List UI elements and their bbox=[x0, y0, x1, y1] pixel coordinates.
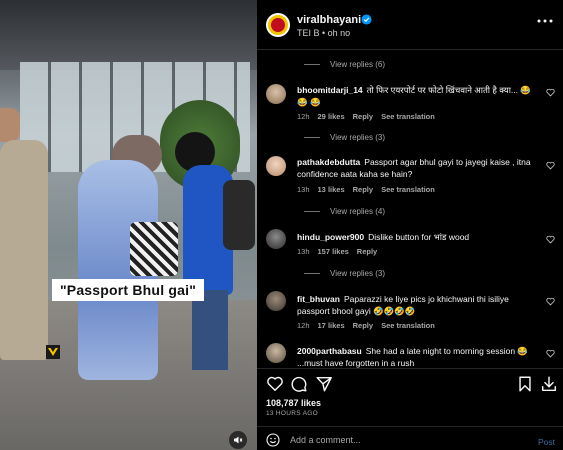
more-horizontal-icon[interactable] bbox=[537, 18, 553, 24]
video-woman2-legs bbox=[192, 290, 228, 370]
reply-button[interactable]: Reply bbox=[353, 112, 373, 121]
video-guard-head bbox=[0, 108, 20, 142]
comment-username[interactable]: hindu_power900 bbox=[297, 232, 364, 242]
reply-button[interactable]: Reply bbox=[353, 185, 373, 194]
comment-age: 13h bbox=[297, 185, 310, 194]
reel-video[interactable]: "Passport Bhul gai" bbox=[0, 0, 257, 450]
comment-age: 13h bbox=[297, 247, 310, 256]
post-panel: viralbhayani TEI B • oh no View replies … bbox=[257, 0, 563, 450]
comment-like-icon[interactable] bbox=[546, 235, 555, 244]
heart-icon[interactable] bbox=[266, 375, 284, 393]
video-ceiling bbox=[0, 0, 257, 70]
add-comment-bar: Post bbox=[257, 426, 563, 450]
comment-text: bhoomitdarji_14 तो फिर एयरपोर्ट पर फोटो ख… bbox=[297, 84, 531, 108]
comment-body: Dislike button for भांड wood bbox=[368, 232, 470, 242]
verified-badge-icon bbox=[361, 14, 372, 25]
likes-count[interactable]: 108,787 likes bbox=[266, 398, 321, 408]
mute-button[interactable] bbox=[229, 431, 247, 449]
commenter-avatar[interactable] bbox=[266, 84, 286, 104]
comment-like-icon[interactable] bbox=[546, 88, 555, 97]
comment-actions: 12h 29 likes Reply See translation bbox=[297, 112, 435, 121]
see-translation-button[interactable]: See translation bbox=[381, 185, 435, 194]
comment-icon[interactable] bbox=[290, 375, 308, 393]
reply-button[interactable]: Reply bbox=[357, 247, 377, 256]
post-action-bar bbox=[257, 368, 563, 398]
video-backpack bbox=[223, 180, 255, 250]
comment-age: 12h bbox=[297, 321, 310, 330]
commenter-avatar[interactable] bbox=[266, 291, 286, 311]
commenter-avatar[interactable] bbox=[266, 343, 286, 363]
comment-username[interactable]: bhoomitdarji_14 bbox=[297, 85, 363, 95]
post-meta: TEI B • oh no bbox=[297, 28, 351, 38]
comment-like-icon[interactable] bbox=[546, 161, 555, 170]
see-translation-button[interactable]: See translation bbox=[381, 321, 435, 330]
post-timestamp: 13 HOURS AGO bbox=[266, 410, 319, 417]
reply-button[interactable]: Reply bbox=[353, 321, 373, 330]
comment-age: 12h bbox=[297, 112, 310, 121]
comment-text: hindu_power900 Dislike button for भांड wo… bbox=[297, 231, 531, 243]
comment-input[interactable] bbox=[290, 432, 510, 448]
comment-username[interactable]: fit_bhuvan bbox=[297, 294, 340, 304]
comment-like-icon[interactable] bbox=[546, 349, 555, 358]
speaker-muted-icon bbox=[234, 436, 243, 444]
view-replies-link[interactable]: View replies (4) bbox=[304, 207, 385, 216]
share-icon[interactable] bbox=[315, 375, 333, 393]
view-replies-link[interactable]: View replies (3) bbox=[304, 269, 385, 278]
comment-text: pathakdebdutta Passport agar bhul gayi to… bbox=[297, 156, 531, 180]
comment-username[interactable]: pathakdebdutta bbox=[297, 157, 360, 167]
viral-logo-icon bbox=[46, 345, 60, 359]
comments-list[interactable]: View replies (6) bhoomitdarji_14 तो फिर ए… bbox=[257, 50, 563, 368]
author-avatar-logo bbox=[271, 18, 285, 32]
post-comment-button[interactable]: Post bbox=[538, 437, 555, 447]
comment-likes[interactable]: 17 likes bbox=[318, 321, 345, 330]
comment-actions: 13h 157 likes Reply bbox=[297, 247, 377, 256]
view-replies-link[interactable]: View replies (3) bbox=[304, 133, 385, 142]
comment-actions: 12h 17 likes Reply See translation bbox=[297, 321, 435, 330]
see-translation-button[interactable]: See translation bbox=[381, 112, 435, 121]
download-icon[interactable] bbox=[540, 375, 558, 393]
author-avatar[interactable] bbox=[266, 13, 290, 37]
comment-username[interactable]: 2000parthabasu bbox=[297, 346, 362, 356]
view-replies-link[interactable]: View replies (6) bbox=[304, 60, 385, 69]
video-handbag bbox=[130, 222, 178, 276]
commenter-avatar[interactable] bbox=[266, 229, 286, 249]
comment-likes[interactable]: 29 likes bbox=[318, 112, 345, 121]
author-username[interactable]: viralbhayani bbox=[297, 14, 361, 26]
emoji-icon[interactable] bbox=[266, 433, 280, 447]
video-guard bbox=[0, 140, 48, 360]
comment-actions: 13h 13 likes Reply See translation bbox=[297, 185, 435, 194]
commenter-avatar[interactable] bbox=[266, 156, 286, 176]
post-header: viralbhayani TEI B • oh no bbox=[257, 0, 563, 50]
comment-like-icon[interactable] bbox=[546, 297, 555, 306]
comment-text: 2000parthabasu She had a late night to mo… bbox=[297, 345, 531, 368]
bookmark-icon[interactable] bbox=[516, 375, 534, 393]
comment-likes[interactable]: 13 likes bbox=[318, 185, 345, 194]
comment-text: fit_bhuvan Paparazzi ke liye pics jo khic… bbox=[297, 293, 531, 317]
comment-likes[interactable]: 157 likes bbox=[318, 247, 349, 256]
video-caption: "Passport Bhul gai" bbox=[52, 279, 204, 301]
